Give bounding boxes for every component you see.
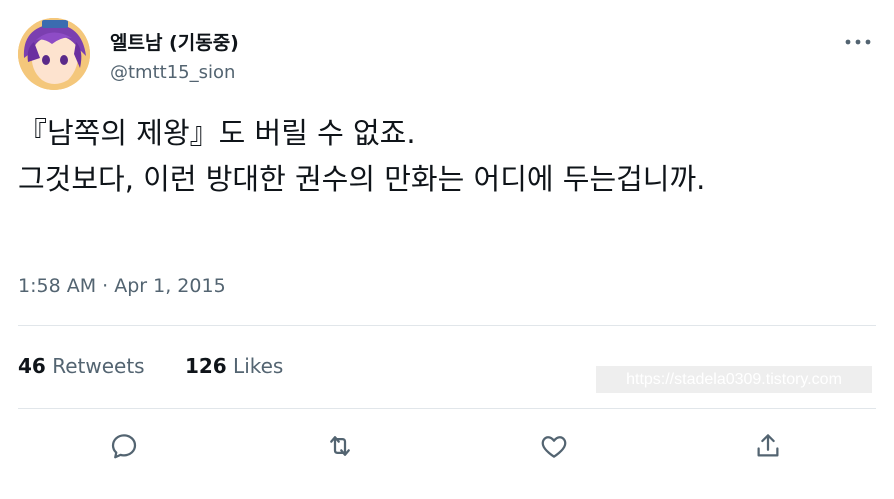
divider bbox=[18, 408, 876, 409]
more-icon bbox=[845, 39, 871, 45]
tweet-text: 『남쪽의 제왕』도 버릴 수 없죠. 그것보다, 이런 방대한 권수의 만화는 … bbox=[18, 116, 706, 196]
watermark: https://stadela0309.tistory.com bbox=[596, 366, 872, 393]
author-handle[interactable]: @tmtt15_sion bbox=[110, 62, 235, 83]
engagement-stats: 46 Retweets 126 Likes bbox=[18, 354, 317, 378]
tweet-date: Apr 1, 2015 bbox=[114, 275, 226, 297]
retweets-label: Retweets bbox=[52, 354, 145, 378]
likes-stat[interactable]: 126 Likes bbox=[185, 354, 283, 378]
likes-count: 126 bbox=[184, 354, 227, 378]
tweet-timestamp[interactable]: 1:58 AM · Apr 1, 2015 bbox=[18, 275, 226, 297]
retweet-button[interactable] bbox=[318, 424, 362, 468]
anime-avatar-icon bbox=[18, 18, 90, 90]
share-icon bbox=[757, 434, 779, 457]
retweet-icon bbox=[330, 436, 350, 456]
like-icon bbox=[541, 436, 567, 458]
retweets-stat[interactable]: 46 Retweets bbox=[18, 354, 145, 378]
likes-label: Likes bbox=[233, 354, 284, 378]
divider bbox=[18, 325, 876, 326]
avatar[interactable] bbox=[18, 18, 90, 90]
tweet-time: 1:58 AM bbox=[18, 275, 97, 297]
action-bar bbox=[0, 424, 894, 468]
retweets-count: 46 bbox=[18, 354, 46, 378]
timestamp-separator: · bbox=[96, 275, 115, 297]
reply-icon bbox=[111, 434, 137, 459]
like-button[interactable] bbox=[532, 424, 576, 468]
share-button[interactable] bbox=[746, 424, 790, 468]
more-options-button[interactable] bbox=[844, 30, 872, 54]
tweet-header: 엘트남 (기동중) @tmtt15_sion bbox=[18, 18, 876, 90]
reply-button[interactable] bbox=[102, 424, 146, 468]
author-name[interactable]: 엘트남 (기동중) bbox=[110, 28, 239, 55]
